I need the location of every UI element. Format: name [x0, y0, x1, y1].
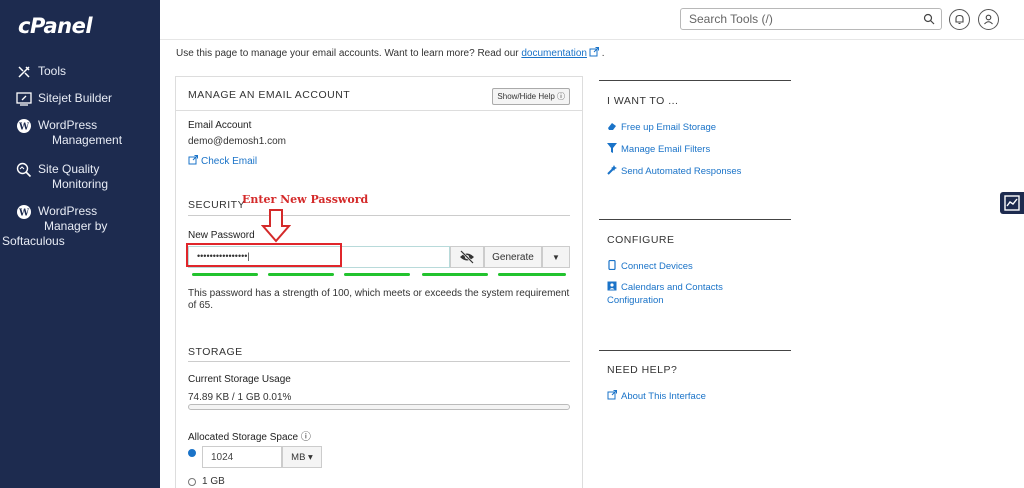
allocated-storage-label: Allocated Storage Space ⓘ — [188, 432, 311, 443]
auto-responses-link[interactable]: Send Automated Responses — [607, 165, 741, 177]
annotation-text: Enter New Password — [242, 193, 369, 206]
divider — [599, 80, 791, 81]
email-account-label: Email Account — [188, 120, 252, 131]
search-input[interactable]: Search Tools (/) — [680, 8, 942, 30]
quota-1gb-radio[interactable] — [188, 478, 196, 486]
eraser-icon — [608, 123, 616, 130]
current-storage-label: Current Storage Usage — [188, 374, 291, 385]
strength-segment — [422, 273, 488, 276]
quota-unit-dropdown[interactable]: MB ▾ — [282, 446, 322, 468]
calendars-contacts-link[interactable]: Calendars and Contacts — [607, 281, 723, 293]
documentation-link[interactable]: documentation — [521, 48, 587, 59]
tools-icon — [18, 66, 30, 78]
strength-segment — [268, 273, 334, 276]
contact-card-icon — [607, 281, 617, 291]
analytics-side-tab[interactable] — [1000, 192, 1024, 214]
divider — [176, 110, 582, 111]
top-header: Search Tools (/) — [160, 0, 1024, 40]
chart-icon — [1004, 195, 1020, 211]
search-placeholder: Search Tools (/) — [689, 12, 773, 26]
strength-message: This password has a strength of 100, whi… — [188, 288, 570, 311]
panel-title: MANAGE AN EMAIL ACCOUNT — [188, 89, 351, 101]
strength-segment — [192, 273, 258, 276]
bell-icon — [955, 14, 964, 25]
quota-1gb-label: 1 GB — [202, 476, 225, 487]
site-quality-icon — [16, 162, 32, 178]
security-heading: SECURITY — [188, 199, 246, 211]
generate-password-button[interactable]: Generate — [484, 246, 542, 268]
storage-heading: STORAGE — [188, 346, 243, 358]
user-icon — [984, 14, 993, 25]
current-storage-value: 74.89 KB / 1 GB 0.01% — [188, 392, 292, 403]
section-title: CONFIGURE — [607, 234, 675, 246]
generate-options-dropdown[interactable]: ▼ — [542, 246, 570, 268]
divider — [599, 219, 791, 220]
search-icon — [923, 13, 935, 25]
show-hide-help-button[interactable]: Show/Hide Help ⓘ — [492, 88, 570, 105]
sitejet-icon — [16, 92, 32, 106]
filter-icon — [607, 143, 617, 153]
divider — [188, 361, 570, 362]
svg-text:W: W — [18, 123, 30, 133]
sidebar-item-label: Management — [52, 133, 123, 147]
wordpress-icon: W — [17, 205, 31, 219]
toggle-visibility-button[interactable] — [450, 246, 484, 268]
intro-text: Use this page to manage your email accou… — [176, 47, 605, 59]
sidebar: cPanel Tools Sitejet Builder W WordPress… — [0, 0, 160, 488]
sidebar-item-label: Tools — [38, 64, 67, 78]
section-title: I WANT TO ... — [607, 95, 679, 107]
annotation-highlight-box — [186, 243, 342, 267]
strength-segment — [344, 273, 410, 276]
eye-slash-icon — [460, 250, 474, 264]
about-interface-link[interactable]: About This Interface — [607, 390, 706, 402]
calendars-contacts-link-line2[interactable]: Configuration — [607, 295, 664, 306]
new-password-label: New Password — [188, 230, 255, 241]
sidebar-item-label: Sitejet Builder — [38, 91, 113, 105]
free-up-storage-link[interactable]: Free up Email Storage — [607, 121, 716, 133]
section-title: NEED HELP? — [607, 364, 678, 376]
sidebar-item-label: Site Quality — [38, 162, 100, 176]
external-link-icon — [589, 47, 599, 57]
sidebar-item-label: Softaculous — [2, 234, 65, 248]
svg-text:W: W — [18, 209, 30, 219]
connect-devices-link[interactable]: Connect Devices — [607, 260, 693, 272]
divider — [599, 350, 791, 351]
divider — [188, 215, 570, 216]
storage-progress-bar — [188, 404, 570, 410]
external-link-icon — [607, 390, 617, 400]
email-account-value: demo@demosh1.com — [188, 136, 286, 147]
magic-wand-icon — [607, 165, 617, 175]
user-account-button[interactable] — [978, 9, 999, 30]
caret-down-icon: ▼ — [552, 253, 560, 262]
manage-filters-link[interactable]: Manage Email Filters — [607, 143, 710, 155]
sidebar-item-label: WordPress — [38, 118, 98, 132]
wordpress-icon: W — [17, 119, 31, 133]
mobile-icon — [608, 260, 616, 270]
sidebar-item-label: Monitoring — [52, 177, 109, 191]
quota-custom-radio[interactable] — [188, 449, 196, 457]
sidebar-item-label: Manager by — [44, 219, 108, 233]
external-link-icon — [188, 155, 198, 165]
strength-segment — [498, 273, 566, 276]
check-email-link[interactable]: Check Email — [188, 155, 257, 167]
manage-email-panel: MANAGE AN EMAIL ACCOUNT Show/Hide Help ⓘ… — [175, 76, 583, 488]
arrow-down-icon — [261, 209, 291, 243]
cpanel-logo[interactable]: cPanel — [18, 14, 93, 38]
quota-input[interactable]: 1024 — [202, 446, 282, 468]
notifications-button[interactable] — [949, 9, 970, 30]
sidebar-item-label: WordPress — [38, 204, 98, 218]
